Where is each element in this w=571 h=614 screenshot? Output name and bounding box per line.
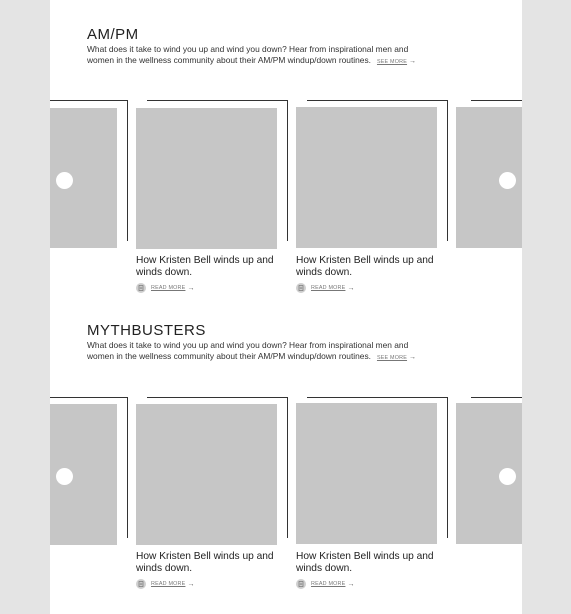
- card-image[interactable]: [136, 108, 277, 249]
- card-title[interactable]: How Kristen Bell winds up and winds down…: [136, 255, 276, 279]
- card-title[interactable]: How Kristen Bell winds up and winds down…: [296, 255, 436, 279]
- arrow-right-icon: →: [187, 580, 195, 588]
- section-ampm: AM/PM What does it take to wind you up a…: [50, 26, 522, 296]
- section-description: What does it take to wind you up and win…: [87, 44, 417, 65]
- read-more-row[interactable]: READ MORE →: [136, 578, 194, 590]
- read-more-link[interactable]: READ MORE: [311, 285, 345, 291]
- card-title[interactable]: How Kristen Bell winds up and winds down…: [296, 551, 436, 575]
- carousel-prev-icon[interactable]: [56, 468, 73, 485]
- bookmark-icon: [136, 283, 146, 293]
- carousel-next-icon[interactable]: [499, 468, 516, 485]
- arrow-right-icon: →: [409, 57, 417, 65]
- page-content: AM/PM What does it take to wind you up a…: [50, 0, 522, 614]
- arrow-right-icon: →: [347, 580, 355, 588]
- card-image[interactable]: [136, 404, 277, 545]
- see-more-link[interactable]: SEE MORE: [377, 59, 407, 65]
- arrow-right-icon: →: [187, 284, 195, 292]
- arrow-right-icon: →: [409, 353, 417, 361]
- card-image[interactable]: [296, 107, 437, 248]
- section-mythbusters: MYTHBUSTERS What does it take to wind yo…: [50, 322, 522, 602]
- read-more-row[interactable]: READ MORE →: [136, 282, 194, 294]
- bookmark-icon: [296, 579, 306, 589]
- card-image[interactable]: [296, 403, 437, 544]
- section-description: What does it take to wind you up and win…: [87, 340, 417, 361]
- see-more-link[interactable]: SEE MORE: [377, 355, 407, 361]
- bookmark-icon: [296, 283, 306, 293]
- arrow-right-icon: →: [347, 284, 355, 292]
- card-title[interactable]: How Kristen Bell winds up and winds down…: [136, 551, 276, 575]
- read-more-row[interactable]: READ MORE →: [296, 282, 354, 294]
- section-title: AM/PM: [87, 26, 139, 43]
- read-more-row[interactable]: READ MORE →: [296, 578, 354, 590]
- read-more-link[interactable]: READ MORE: [151, 285, 185, 291]
- section-title: MYTHBUSTERS: [87, 322, 206, 339]
- bookmark-icon: [136, 579, 146, 589]
- carousel-next-icon[interactable]: [499, 172, 516, 189]
- read-more-link[interactable]: READ MORE: [311, 581, 345, 587]
- carousel-prev-icon[interactable]: [56, 172, 73, 189]
- read-more-link[interactable]: READ MORE: [151, 581, 185, 587]
